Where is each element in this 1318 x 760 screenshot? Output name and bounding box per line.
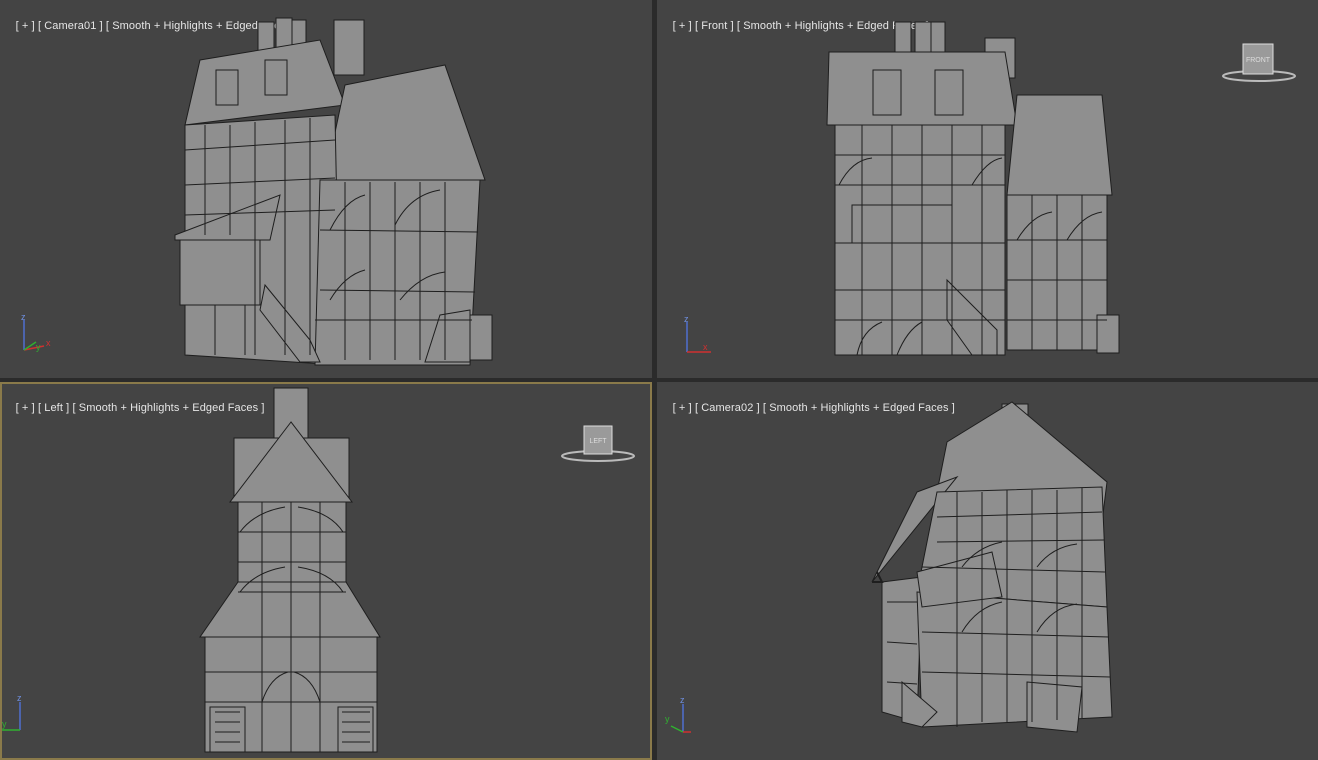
- viewport-left[interactable]: [ + ] [ Left ] [ Smooth + Highlights + E…: [0, 382, 652, 760]
- axis-y-label: y: [2, 719, 7, 729]
- axis-z-label: z: [17, 693, 22, 703]
- viewport-front[interactable]: [ + ] [ Front ] [ Smooth + Highlights + …: [657, 0, 1318, 378]
- axis-z-label: z: [21, 312, 26, 322]
- world-axis-tripod: z y: [2, 693, 22, 731]
- house-model-left[interactable]: [0, 382, 652, 760]
- house-model-camera02[interactable]: [657, 382, 1318, 760]
- axis-y-label: y: [665, 714, 670, 724]
- axis-y-label: y: [36, 342, 41, 352]
- world-axis-tripod: z x y: [21, 312, 51, 352]
- viewcube-face-label: FRONT: [1246, 57, 1271, 64]
- viewport-camera02[interactable]: [ + ] [ Camera02 ] [ Smooth + Highlights…: [657, 382, 1318, 760]
- axis-z-label: z: [680, 695, 685, 705]
- axis-x-label: x: [703, 342, 708, 352]
- world-axis-tripod: z y: [665, 695, 691, 733]
- viewcube-left[interactable]: LEFT: [558, 424, 638, 470]
- axis-x-label: x: [46, 338, 51, 348]
- viewport-camera01[interactable]: [ + ] [ Camera01 ] [ Smooth + Highlights…: [0, 0, 652, 378]
- axis-z-label: z: [684, 314, 689, 324]
- house-model-camera01[interactable]: [0, 0, 652, 378]
- world-axis-tripod: z x: [684, 314, 711, 353]
- viewcube-front[interactable]: FRONT: [1219, 40, 1299, 86]
- viewcube-face-label: LEFT: [589, 438, 607, 445]
